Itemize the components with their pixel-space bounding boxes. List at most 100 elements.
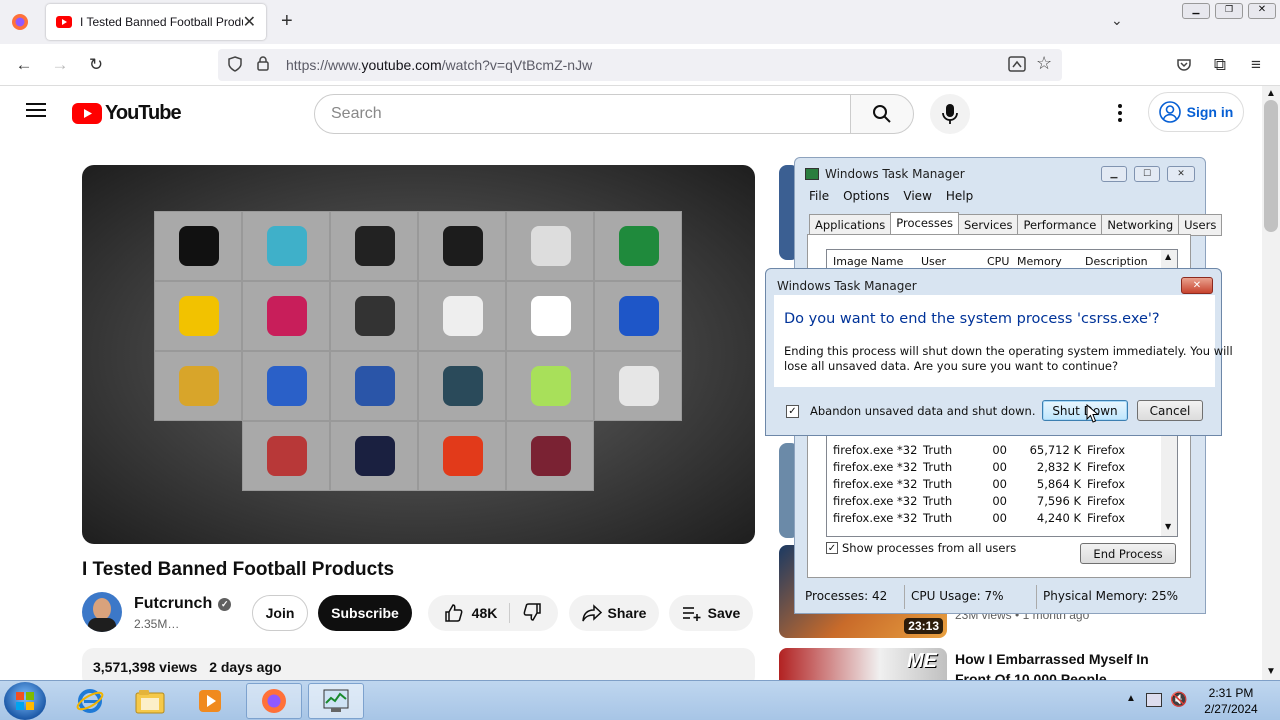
youtube-logo[interactable]: YouTube (72, 102, 182, 125)
app-menu-icon[interactable]: ≡ (1242, 52, 1270, 78)
show-all-users-checkbox[interactable]: ✓ Show processes from all users (826, 541, 1016, 555)
menu-view[interactable]: View (903, 189, 931, 203)
menu-help[interactable]: Help (946, 189, 973, 203)
video-player[interactable] (82, 165, 755, 544)
tab-users[interactable]: Users (1178, 214, 1223, 236)
col-user-name[interactable]: User Name (917, 250, 983, 281)
tab-services[interactable]: Services (957, 214, 1019, 236)
task-manager-taskbar-icon (323, 689, 349, 712)
voice-search-button[interactable] (930, 94, 970, 134)
share-icon (581, 604, 602, 622)
tray-network-icon[interactable] (1146, 693, 1162, 707)
tm-maximize-button[interactable]: ☐ (1134, 166, 1160, 182)
tab-networking[interactable]: Networking (1101, 214, 1180, 236)
col-memory[interactable]: Memory (… (1013, 250, 1081, 281)
process-row[interactable]: firefox.exe *32 Truth 00 4,240 K Firefox (833, 511, 1167, 528)
taskbar-file-explorer[interactable] (122, 683, 178, 719)
product-tile (242, 351, 330, 421)
process-cell: 5,864 K (1036, 477, 1081, 491)
tray-volume-icon[interactable]: 🔇 (1170, 691, 1187, 708)
shut-down-button[interactable]: Shut Down (1042, 400, 1128, 421)
extensions-icon[interactable]: ⧉ (1206, 52, 1234, 78)
reader-view-icon[interactable] (1008, 56, 1026, 75)
minimize-window-button[interactable]: ▁ (1182, 3, 1210, 19)
close-tab-icon[interactable]: ✕ (243, 12, 256, 32)
search-button[interactable] (850, 94, 914, 134)
process-row[interactable]: firefox.exe *32 Truth 00 65,712 K Firefox (833, 443, 1167, 460)
url-prefix: https://www. (286, 57, 362, 73)
media-player-icon (199, 690, 221, 712)
start-button[interactable] (4, 682, 46, 720)
url-domain: youtube.com (361, 57, 442, 73)
close-window-button[interactable]: ✕ (1248, 3, 1276, 19)
share-button[interactable]: Share (569, 595, 659, 631)
tab-processes[interactable]: Processes (890, 212, 959, 236)
subscribe-button[interactable]: Subscribe (318, 595, 412, 631)
taskbar-task-manager[interactable] (308, 683, 364, 719)
process-scroll-up-icon[interactable]: ▲ (1165, 252, 1171, 261)
process-cell: Truth (923, 477, 953, 491)
scrollbar-thumb[interactable] (1264, 100, 1278, 232)
tm-menu-bar: File Options View Help (809, 189, 973, 203)
menu-options[interactable]: Options (843, 189, 889, 203)
abandon-data-checkbox[interactable]: ✓ Abandon unsaved data and shut down. (786, 404, 1036, 418)
tray-show-hidden-icon[interactable]: ▲ (1126, 693, 1136, 704)
product-tile (506, 421, 594, 491)
new-tab-button[interactable]: + (281, 10, 293, 33)
end-process-dialog[interactable]: Windows Task Manager ✕ Do you want to en… (765, 268, 1233, 436)
menu-file[interactable]: File (809, 189, 829, 203)
cancel-button[interactable]: Cancel (1137, 400, 1203, 421)
channel-name[interactable]: Futcrunch ✓ (134, 595, 232, 613)
like-button[interactable]: 48K (444, 603, 511, 623)
taskbar-internet-explorer[interactable] (62, 683, 118, 719)
scroll-up-icon[interactable]: ▲ (1266, 88, 1276, 99)
youtube-logo-icon (72, 103, 102, 124)
col-description[interactable]: Description (1081, 250, 1161, 269)
browser-tab[interactable]: I Tested Banned Football Produ ✕ (46, 4, 266, 40)
reload-icon[interactable]: ↻ (82, 52, 110, 78)
dialog-close-button[interactable]: ✕ (1181, 277, 1213, 294)
col-image-name[interactable]: Image Name (827, 250, 917, 269)
product-tile (154, 351, 242, 421)
page-scrollbar[interactable]: ▲ ▼ (1262, 86, 1280, 680)
shield-icon[interactable] (226, 55, 244, 75)
bookmark-star-icon[interactable]: ☆ (1036, 53, 1052, 74)
join-button[interactable]: Join (252, 595, 308, 631)
process-cell: 00 (992, 460, 1007, 474)
process-row[interactable]: firefox.exe *32 Truth 00 7,596 K Firefox (833, 494, 1167, 511)
lock-icon[interactable] (254, 56, 272, 74)
restore-window-button[interactable]: ❐ (1215, 3, 1243, 19)
col-cpu[interactable]: CPU (983, 250, 1013, 269)
scroll-down-icon[interactable]: ▼ (1266, 666, 1276, 677)
forward-arrow-icon[interactable]: → (46, 52, 74, 78)
firefox-menu-icon[interactable] (10, 12, 30, 32)
share-label: Share (607, 605, 647, 621)
guide-menu-icon[interactable] (26, 102, 46, 118)
back-arrow-icon[interactable]: ← (10, 52, 38, 78)
save-button[interactable]: Save (669, 595, 753, 631)
taskbar-clock[interactable]: 2:31 PM 2/27/2024 (1196, 685, 1266, 717)
abandon-label: Abandon unsaved data and shut down. (810, 404, 1036, 418)
end-process-button[interactable]: End Process (1080, 543, 1176, 564)
dialog-message: Ending this process will shut down the o… (784, 344, 1233, 374)
channel-avatar[interactable] (82, 592, 122, 632)
list-tabs-chevron-icon[interactable]: ⌄ (1111, 12, 1123, 29)
search-input[interactable]: Search (314, 94, 851, 134)
pocket-icon[interactable] (1170, 52, 1198, 78)
dislike-button[interactable] (516, 602, 542, 625)
tab-applications[interactable]: Applications (809, 214, 892, 236)
process-row[interactable]: firefox.exe *32 Truth 00 2,832 K Firefox (833, 460, 1167, 477)
tm-close-button[interactable]: ✕ (1167, 166, 1195, 182)
tm-minimize-button[interactable]: ▁ (1101, 166, 1127, 182)
more-options-icon[interactable] (1110, 102, 1130, 124)
process-row[interactable]: firefox.exe *32 Truth 00 5,864 K Firefox (833, 477, 1167, 494)
dialog-message-line1: Ending this process will shut down the o… (784, 344, 1233, 358)
tm-status-bar: Processes: 42 CPU Usage: 7% Physical Mem… (799, 585, 1203, 609)
product-tile (330, 421, 418, 491)
tab-performance[interactable]: Performance (1017, 214, 1103, 236)
side-video-2-title[interactable]: How I Embarrassed Myself In Front Of 10,… (955, 649, 1155, 680)
taskbar-media-player[interactable] (182, 683, 238, 719)
sign-in-button[interactable]: Sign in (1148, 92, 1244, 132)
taskbar-firefox[interactable] (246, 683, 302, 719)
url-bar[interactable]: https://www.youtube.com/watch?v=qVtBcmZ-… (218, 49, 1062, 81)
